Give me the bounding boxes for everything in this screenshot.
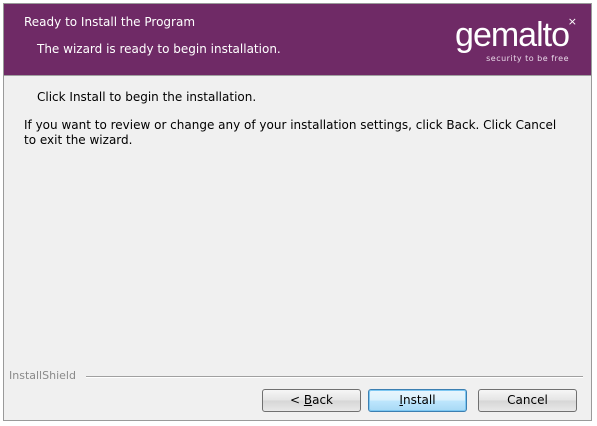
- install-button-label: nstall: [402, 393, 436, 407]
- logo-tagline: security to be free: [486, 54, 569, 63]
- back-button[interactable]: < Back: [262, 389, 361, 412]
- review-settings-text: If you want to review or change any of y…: [24, 118, 557, 147]
- wizard-header: Ready to Install the Program The wizard …: [4, 4, 591, 76]
- gemalto-logo: gemalto × security to be free: [437, 16, 577, 64]
- install-button[interactable]: Install: [368, 389, 467, 412]
- footer-divider: [86, 376, 583, 378]
- cancel-button[interactable]: Cancel: [478, 389, 577, 412]
- back-button-mnemonic: B: [303, 393, 313, 407]
- logo-wordmark: gemalto: [455, 16, 570, 54]
- page-subtitle: The wizard is ready to begin installatio…: [37, 42, 281, 56]
- page-title: Ready to Install the Program: [24, 15, 196, 29]
- back-button-prefix: <: [289, 393, 304, 407]
- instruction-text: Click Install to begin the installation.: [37, 90, 257, 104]
- installshield-label: InstallShield: [9, 369, 76, 382]
- logo-star-icon: ×: [567, 15, 577, 28]
- installer-window: Ready to Install the Program The wizard …: [3, 3, 592, 421]
- back-button-label: ack: [312, 393, 333, 407]
